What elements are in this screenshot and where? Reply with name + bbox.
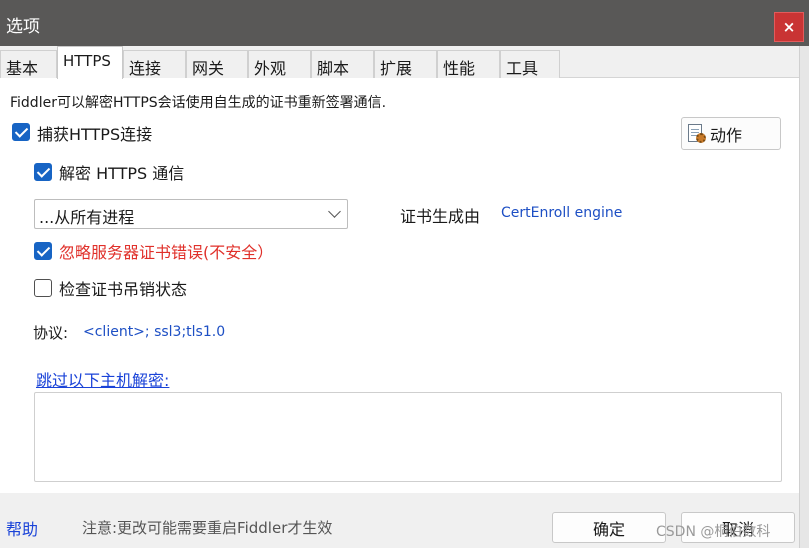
skip-hosts-textarea[interactable]	[34, 392, 782, 482]
help-link[interactable]: 帮助	[6, 516, 38, 540]
https-description: Fiddler可以解密HTTPS会话使用自生成的证书重新签署通信.	[10, 95, 387, 111]
process-filter-value: ...从所有进程	[39, 208, 135, 227]
tab-https[interactable]: HTTPS	[57, 46, 123, 79]
tab-connections[interactable]: 连接	[123, 50, 186, 78]
tab-appearance[interactable]: 外观	[248, 50, 311, 78]
skip-decryption-link[interactable]: 跳过以下主机解密:	[36, 367, 169, 391]
close-button[interactable]: ×	[774, 12, 804, 42]
capture-https-label: 捕获HTTPS连接	[37, 125, 153, 144]
tab-strip: 基本 HTTPS 连接 网关 外观 脚本 扩展 性能 工具	[0, 46, 809, 79]
watermark: CSDN @桐伯数科	[656, 524, 771, 540]
document-gear-icon	[686, 123, 708, 145]
check-revocation-label: 检查证书吊销状态	[59, 280, 188, 299]
background-window-edge	[799, 46, 809, 548]
tab-extensions[interactable]: 扩展	[374, 50, 437, 78]
decrypt-https-checkbox[interactable]	[34, 163, 52, 181]
restart-note: 注意:更改可能需要重启Fiddler才生效	[82, 519, 333, 537]
tab-gateway[interactable]: 网关	[186, 50, 248, 78]
tab-general[interactable]: 基本	[0, 50, 57, 78]
process-filter-dropdown[interactable]: ...从所有进程	[34, 199, 348, 229]
check-revocation-checkbox[interactable]	[34, 279, 52, 297]
cert-generator-value[interactable]: CertEnroll engine	[501, 205, 622, 221]
tab-scripting[interactable]: 脚本	[311, 50, 374, 78]
actions-button-label: 动作	[710, 125, 743, 145]
ok-button[interactable]: 确定	[552, 512, 666, 543]
decrypt-https-label: 解密 HTTPS 通信	[59, 164, 185, 183]
ignore-cert-errors-label: 忽略服务器证书错误(不安全）	[59, 243, 274, 262]
protocols-label: 协议:	[33, 324, 69, 342]
capture-https-checkbox[interactable]	[12, 123, 30, 141]
window-title: 选项	[6, 17, 40, 37]
tab-performance[interactable]: 性能	[437, 50, 500, 78]
https-panel: Fiddler可以解密HTTPS会话使用自生成的证书重新签署通信. 捕获HTTP…	[0, 78, 799, 493]
tab-tools[interactable]: 工具	[500, 50, 560, 78]
ignore-cert-errors-checkbox[interactable]	[34, 242, 52, 260]
chevron-down-icon	[328, 205, 341, 218]
protocols-value[interactable]: <client>; ssl3;tls1.0	[83, 324, 225, 340]
actions-button[interactable]: 动作	[681, 117, 781, 150]
cert-generator-label: 证书生成由	[400, 207, 481, 226]
title-bar: 选项 ×	[0, 0, 809, 46]
